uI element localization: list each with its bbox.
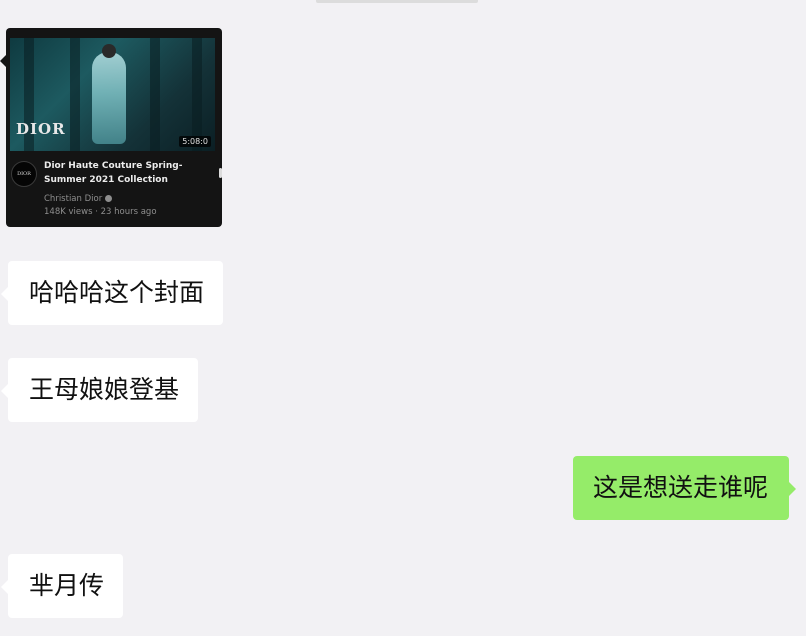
message-bubble-incoming[interactable]: 芈月传: [0, 554, 124, 618]
thumbnail-decoration: [150, 38, 160, 151]
more-options-icon[interactable]: [219, 168, 222, 178]
video-meta: Christian Dior 148K views · 23 hours ago: [44, 193, 157, 219]
thumbnail-decoration: [192, 38, 202, 151]
card-bubble-tail: [0, 55, 6, 67]
video-share-card[interactable]: DIOR 5:08:0 DIOR Dior Haute Couture Spri…: [6, 28, 222, 227]
message-text: 王母娘娘登基: [29, 375, 180, 404]
video-thumbnail[interactable]: DIOR 5:08:0: [10, 38, 215, 151]
verified-icon: [105, 195, 113, 202]
video-duration-badge: 5:08:0: [179, 136, 211, 147]
video-stats: 148K views · 23 hours ago: [44, 207, 157, 217]
message-bubble-incoming[interactable]: 哈哈哈这个封面: [0, 261, 224, 325]
message-bubble-incoming[interactable]: 王母娘娘登基: [0, 358, 199, 422]
message-bubble-outgoing[interactable]: 这是想送走谁呢: [572, 456, 797, 520]
thumbnail-figure-head: [102, 44, 116, 58]
thumbnail-logo: DIOR: [16, 120, 66, 138]
message-text: 这是想送走谁呢: [592, 473, 768, 502]
video-title[interactable]: Dior Haute Couture Spring-Summer 2021 Co…: [44, 159, 204, 187]
top-scroll-indicator: [316, 0, 478, 3]
channel-name: Christian Dior: [44, 194, 103, 204]
thumbnail-decoration: [70, 38, 80, 151]
message-text: 芈月传: [29, 571, 105, 600]
channel-avatar-text: DIOR: [17, 171, 31, 177]
channel-avatar[interactable]: DIOR: [11, 161, 37, 187]
message-text: 哈哈哈这个封面: [29, 278, 205, 307]
thumbnail-figure: [92, 52, 126, 144]
